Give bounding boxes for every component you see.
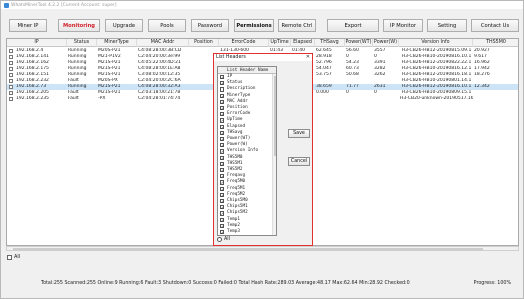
header-item-checkbox[interactable]: ✓ [220, 106, 225, 111]
column-header[interactable]: UpTime [269, 39, 291, 47]
column-header[interactable]: THSavg [315, 39, 345, 47]
header-item-checkbox[interactable]: ✓ [220, 205, 225, 210]
table-cell [345, 96, 373, 102]
column-header[interactable]: Position [189, 39, 219, 47]
header-item-checkbox[interactable]: ✓ [220, 161, 225, 166]
table-cell [473, 96, 518, 102]
row-checkbox[interactable] [9, 73, 13, 77]
header-item-checkbox[interactable]: ✓ [220, 81, 225, 86]
header-item-checkbox[interactable]: ✓ [220, 143, 225, 148]
column-header[interactable]: MinerType [97, 39, 137, 47]
cancel-button[interactable]: Cancel [288, 157, 310, 166]
header-listbox[interactable]: List Header Name ✓ IP ✓ Status Description ✓ M… [217, 66, 277, 236]
header-item-checkbox[interactable]: ✓ [220, 75, 225, 80]
header-item-checkbox[interactable]: ✓ [220, 230, 225, 235]
listbox-header: List Header Name [218, 67, 276, 74]
row-checkbox[interactable] [9, 97, 13, 101]
toolbar-button-1[interactable]: Monitoring [58, 19, 100, 32]
header-item-checkbox[interactable]: ✓ [220, 112, 225, 117]
table-cell [315, 96, 345, 102]
list-headers-dialog: List Headers ✕ List Header Name ✓ IP ✓ Stat… [213, 53, 313, 246]
toolbar-button-10[interactable]: Contact Us [471, 19, 519, 32]
header-item-checkbox[interactable]: ✓ [220, 118, 225, 123]
header-item-checkbox[interactable]: ✓ [220, 186, 225, 191]
title-bar: WhatsMinerTool 4.2.2 [Current Account: s… [1, 1, 523, 9]
select-all-checkbox[interactable] [7, 255, 12, 260]
header-item-checkbox[interactable]: ✓ [220, 199, 225, 204]
table-header: IP Status MinerType MAC Addr Position ErrorCo… [7, 39, 518, 47]
window-title: WhatsMinerTool 4.2.2 [Current Account: s… [11, 2, 117, 8]
toolbar-button-0[interactable]: Miner IP [9, 19, 47, 32]
column-header[interactable]: THS5M0 [473, 39, 518, 47]
table-cell: H3-CB20-unknown-20190517.16.1 [400, 96, 473, 101]
row-checkbox[interactable] [9, 79, 13, 83]
column-header[interactable]: Status [67, 39, 97, 47]
all-radio[interactable] [217, 237, 222, 242]
app-icon [4, 2, 9, 8]
column-header[interactable]: Power(WT) [345, 39, 373, 47]
row-checkbox[interactable] [9, 61, 13, 65]
dialog-title: List Headers [214, 54, 312, 61]
progress-label: Progress: 100% [473, 281, 511, 286]
header-item-checkbox[interactable]: ✓ [220, 217, 225, 222]
header-item-checkbox[interactable]: ✓ [220, 124, 225, 129]
header-item-checkbox[interactable] [220, 87, 225, 92]
toolbar-button-8[interactable]: IP Monitor [383, 19, 423, 32]
column-header[interactable]: Version Info [399, 39, 473, 47]
toolbar-button-9[interactable]: Setting [427, 19, 467, 32]
scrollbar-thumb[interactable] [13, 247, 483, 251]
row-checkbox[interactable] [9, 55, 13, 59]
table-cell: C2:04:28:01:74:74 [138, 96, 181, 101]
save-button[interactable]: Save [288, 129, 310, 138]
toolbar-button-5[interactable]: Permissions [234, 19, 274, 32]
column-header[interactable]: MAC Addr [137, 39, 189, 47]
table-cell: 192.168.2.235 [16, 96, 49, 101]
header-list-item[interactable]: ✓ Temp3 [218, 229, 276, 235]
toolbar-button-6[interactable]: Remote Ctrl [278, 19, 316, 32]
status-summary: Total:255 Scanned:255 Online:9 Running:6… [41, 281, 410, 286]
toolbar-button-7[interactable]: Export [327, 19, 379, 32]
column-header[interactable]: Power(W) [373, 39, 399, 47]
header-item-checkbox[interactable]: ✓ [220, 137, 225, 142]
header-item-checkbox[interactable]: ✓ [220, 130, 225, 135]
header-item-checkbox[interactable]: ✓ [220, 149, 225, 154]
select-all-label: All [14, 254, 21, 260]
header-item-checkbox[interactable]: ✓ [220, 192, 225, 197]
header-item-label: Temp3 [227, 229, 240, 234]
app-window: WhatsMinerTool 4.2.2 [Current Account: s… [0, 0, 524, 299]
table-cell [373, 96, 399, 102]
header-item-checkbox[interactable]: ✓ [220, 223, 225, 228]
toolbar-button-2[interactable]: Upgrade [105, 19, 143, 32]
header-item-checkbox[interactable]: ✓ [220, 211, 225, 216]
row-checkbox[interactable] [9, 85, 13, 89]
header-item-checkbox[interactable]: ✓ [220, 99, 225, 104]
listbox-header-label: List Header Name [227, 68, 269, 73]
horizontal-scrollbar[interactable] [6, 246, 519, 251]
column-header[interactable]: IP [7, 39, 67, 47]
row-checkbox[interactable] [9, 67, 13, 71]
close-icon[interactable]: ✕ [306, 54, 310, 61]
header-item-checkbox[interactable]: ✓ [220, 168, 225, 173]
toolbar-button-3[interactable]: Pools [148, 19, 186, 32]
header-item-checkbox[interactable]: ✓ [220, 93, 225, 98]
all-radio-label: All [224, 237, 230, 242]
table-cell: -PX [98, 96, 106, 101]
header-item-checkbox[interactable]: ✓ [220, 155, 225, 160]
column-header[interactable]: ErrorCode [219, 39, 269, 47]
header-item-checkbox[interactable]: ✓ [220, 174, 225, 179]
table-cell: Fault [68, 96, 79, 101]
row-checkbox[interactable] [9, 49, 13, 53]
toolbar: Miner IP Monitoring Upgrade Pools Password Pe… [5, 19, 521, 32]
row-checkbox[interactable] [9, 91, 13, 95]
header-item-checkbox[interactable]: ✓ [220, 180, 225, 185]
toolbar-button-4[interactable]: Password [191, 19, 229, 32]
column-header[interactable]: Elapsed [291, 39, 315, 47]
